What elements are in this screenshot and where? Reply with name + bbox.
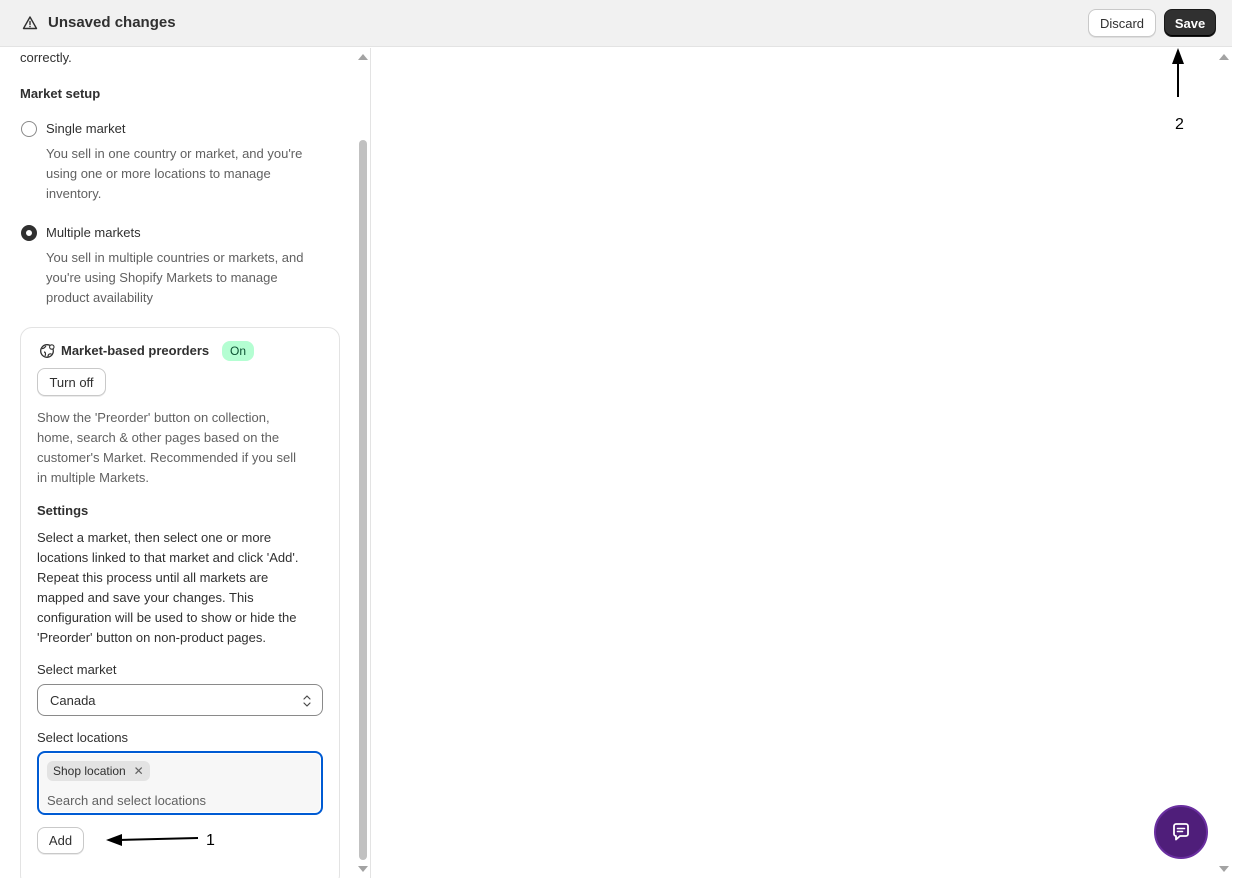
turn-off-button[interactable]: Turn off [37, 368, 106, 396]
settings-text-2: locations linked to that market and clic… [37, 550, 299, 565]
location-tag: Shop location ✕ [47, 761, 150, 781]
single-market-radio[interactable] [21, 121, 37, 137]
annotation-label-2: 2 [1175, 116, 1184, 133]
single-market-label: Single market [46, 121, 126, 136]
card-description-2: home, search & other pages based on the [37, 430, 280, 445]
right-scroll-down-icon[interactable] [1219, 866, 1229, 872]
multiple-markets-radio[interactable] [21, 225, 37, 241]
market-select[interactable]: Canada [37, 684, 323, 716]
status-badge: On [222, 341, 255, 361]
multiple-markets-description-2: you're using Shopify Markets to manage [46, 270, 278, 285]
market-select-value: Canada [50, 693, 96, 708]
left-scrollbar[interactable] [357, 48, 369, 878]
market-setup-heading: Market setup [20, 86, 101, 101]
annotation-label-1: 1 [206, 832, 215, 849]
right-scrollbar[interactable] [1218, 48, 1230, 878]
chat-button[interactable] [1154, 805, 1208, 859]
card-description-3: customer's Market. Recommended if you se… [37, 450, 296, 465]
card-description-4: in multiple Markets. [37, 470, 149, 485]
scroll-down-icon[interactable] [358, 866, 368, 872]
settings-text-6: 'Preorder' button on non-product pages. [37, 630, 267, 645]
settings-text-4: mapped and save your changes. This [37, 590, 254, 605]
save-button[interactable]: Save [1164, 9, 1216, 37]
multiple-markets-description-3: product availability [46, 290, 153, 305]
arrow-up-icon [1172, 48, 1184, 97]
settings-panel: correctly. Market setup Single market Yo… [0, 48, 371, 878]
globe-icon [40, 344, 55, 358]
multiple-markets-description-1: You sell in multiple countries or market… [46, 250, 304, 265]
settings-text-5: configuration will be used to show or hi… [37, 610, 297, 625]
single-market-description-3: inventory. [46, 186, 102, 201]
chat-bubble-icon [1173, 823, 1189, 841]
location-tag-label: Shop location [53, 764, 126, 778]
settings-heading: Settings [37, 503, 89, 518]
multiple-markets-label: Multiple markets [46, 225, 141, 240]
add-button[interactable]: Add [37, 827, 84, 854]
settings-text-3: Repeat this process until all markets ar… [37, 570, 269, 585]
select-chevron-icon [303, 695, 311, 707]
scrollbar-thumb[interactable] [359, 140, 367, 860]
select-market-label: Select market [37, 662, 117, 677]
single-market-description-2: using one or more locations to manage [46, 166, 271, 181]
unsaved-changes-bar: Unsaved changes Discard Save [0, 0, 1232, 47]
card-title: Market-based preorders [61, 343, 210, 358]
select-locations-label: Select locations [37, 730, 129, 745]
scroll-up-icon[interactable] [358, 54, 368, 60]
locations-search-input[interactable] [47, 791, 307, 809]
remove-tag-icon[interactable]: ✕ [134, 761, 144, 781]
card-description-1: Show the 'Preorder' button on collection… [37, 410, 270, 425]
settings-text-1: Select a market, then select one or more [37, 530, 272, 545]
clipped-text: correctly. [20, 50, 72, 65]
discard-button[interactable]: Discard [1088, 9, 1156, 37]
right-scroll-up-icon[interactable] [1219, 54, 1229, 60]
locations-combobox[interactable]: Shop location ✕ [37, 751, 323, 815]
alert-triangle-icon [22, 16, 38, 30]
single-market-description-1: You sell in one country or market, and y… [46, 146, 303, 161]
market-preorders-card: Market-based preorders On Turn off Show … [20, 327, 340, 878]
page-title: Unsaved changes [48, 14, 176, 31]
